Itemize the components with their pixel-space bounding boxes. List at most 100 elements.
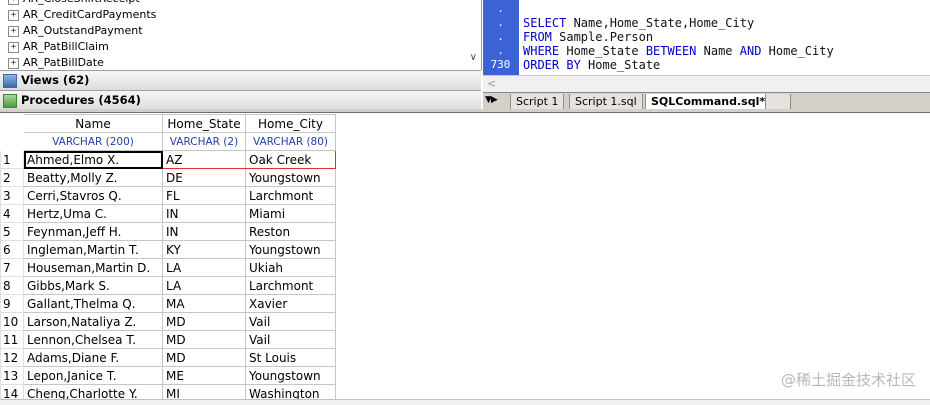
sql-text: Home_State: [580, 58, 661, 72]
tab-script[interactable]: SQLCommand.sql*: [645, 94, 772, 110]
pane-splitter[interactable]: [0, 109, 930, 113]
row-number[interactable]: 11: [0, 330, 24, 349]
expand-icon[interactable]: +: [8, 9, 19, 21]
table-cell[interactable]: KY: [162, 240, 246, 259]
table-row[interactable]: 5 Feynman,Jeff H. IN Reston: [0, 222, 336, 241]
table-cell[interactable]: Larchmont: [245, 276, 336, 295]
table-row[interactable]: 1 Ahmed,Elmo X. AZ Oak Creek: [0, 150, 336, 169]
expand-icon[interactable]: +: [8, 25, 19, 37]
table-cell[interactable]: IN: [162, 204, 246, 223]
table-cell[interactable]: Gibbs,Mark S.: [23, 276, 163, 295]
table-cell[interactable]: Larchmont: [245, 186, 336, 205]
row-number[interactable]: 4: [0, 204, 24, 223]
new-tab-icon[interactable]: [765, 94, 791, 110]
table-cell[interactable]: MA: [162, 294, 246, 313]
table-cell[interactable]: ME: [162, 366, 246, 385]
tree-item[interactable]: + AR_OutstandPayment: [8, 23, 143, 39]
object-tree-panel[interactable]: + AR_CloseShiftReceipt + AR_CreditCardPayme…: [0, 0, 482, 70]
table-row[interactable]: 3 Cerri,Stavros Q. FL Larchmont: [0, 186, 336, 205]
tab-script[interactable]: Script 1: [510, 94, 565, 110]
table-cell[interactable]: Larson,Nataliya Z.: [23, 312, 163, 331]
table-row[interactable]: 11 Lennon,Chelsea T. MD Vail: [0, 330, 336, 349]
editor-horizontal-scrollbar[interactable]: <: [483, 75, 930, 93]
expand-icon[interactable]: +: [8, 0, 19, 5]
sql-keyword: SELECT: [523, 16, 567, 30]
column-header[interactable]: Home_State: [162, 114, 246, 133]
table-cell[interactable]: AZ: [162, 150, 246, 169]
table-cell[interactable]: Feynman,Jeff H.: [23, 222, 163, 241]
table-row[interactable]: 13 Lepon,Janice T. ME Youngstown: [0, 366, 336, 385]
table-cell[interactable]: Ahmed,Elmo X.: [23, 150, 163, 169]
table-cell[interactable]: Xavier: [245, 294, 336, 313]
row-number[interactable]: 2: [0, 168, 24, 187]
row-number[interactable]: 8: [0, 276, 24, 295]
table-cell[interactable]: Youngstown: [245, 240, 336, 259]
row-number[interactable]: 13: [0, 366, 24, 385]
row-number[interactable]: 3: [0, 186, 24, 205]
table-cell[interactable]: MD: [162, 330, 246, 349]
procedures-section-header[interactable]: Procedures (4564): [0, 90, 481, 111]
results-grid[interactable]: Name Home_State Home_City VARCHAR (200) VARC…: [0, 114, 336, 403]
table-cell[interactable]: Lepon,Janice T.: [23, 366, 163, 385]
table-cell[interactable]: Beatty,Molly Z.: [23, 168, 163, 187]
tab-script[interactable]: Script 1.sql: [569, 94, 643, 110]
table-row[interactable]: 2 Beatty,Molly Z. DE Youngstown: [0, 168, 336, 187]
table-cell[interactable]: Hertz,Uma C.: [23, 204, 163, 223]
table-cell[interactable]: DE: [162, 168, 246, 187]
row-number[interactable]: 6: [0, 240, 24, 259]
table-cell[interactable]: Oak Creek: [245, 150, 336, 169]
sql-editor[interactable]: .... 730 SELECT Name,Home_State,Home_City…: [483, 0, 930, 75]
table-cell[interactable]: Ingleman,Martin T.: [23, 240, 163, 259]
table-cell[interactable]: MD: [162, 348, 246, 367]
table-row[interactable]: 9 Gallant,Thelma Q. MA Xavier: [0, 294, 336, 313]
table-cell[interactable]: St Louis: [245, 348, 336, 367]
row-number[interactable]: 12: [0, 348, 24, 367]
table-cell[interactable]: Cerri,Stavros Q.: [23, 186, 163, 205]
table-cell[interactable]: Lennon,Chelsea T.: [23, 330, 163, 349]
expand-icon[interactable]: +: [8, 57, 19, 69]
sql-keyword: ORDER BY: [523, 58, 581, 72]
table-cell[interactable]: Miami: [245, 204, 336, 223]
scroll-left-icon[interactable]: <: [487, 77, 496, 90]
row-number[interactable]: 7: [0, 258, 24, 277]
table-cell[interactable]: LA: [162, 276, 246, 295]
table-cell[interactable]: Vail: [245, 312, 336, 331]
table-cell[interactable]: Reston: [245, 222, 336, 241]
line-number: .: [497, 44, 504, 57]
tree-item[interactable]: + AR_PatBillClaim: [8, 39, 109, 55]
row-number[interactable]: 5: [0, 222, 24, 241]
row-number[interactable]: 9: [0, 294, 24, 313]
table-cell[interactable]: Vail: [245, 330, 336, 349]
table-cell[interactable]: IN: [162, 222, 246, 241]
table-cell[interactable]: FL: [162, 186, 246, 205]
procedures-icon: [3, 93, 17, 108]
row-number[interactable]: 10: [0, 312, 24, 331]
table-row[interactable]: 8 Gibbs,Mark S. LA Larchmont: [0, 276, 336, 295]
column-header[interactable]: Name: [23, 114, 163, 133]
column-type: VARCHAR (200): [23, 132, 163, 151]
row-number[interactable]: 1: [0, 150, 24, 169]
table-cell[interactable]: Youngstown: [245, 366, 336, 385]
views-section-label: Views (62): [21, 73, 90, 87]
table-cell[interactable]: MD: [162, 312, 246, 331]
table-cell[interactable]: Gallant,Thelma Q.: [23, 294, 163, 313]
table-row[interactable]: 7 Houseman,Martin D. LA Ukiah: [0, 258, 336, 277]
tree-item[interactable]: + AR_CloseShiftReceipt: [8, 0, 140, 7]
table-row[interactable]: 10 Larson,Nataliya Z. MD Vail: [0, 312, 336, 331]
table-cell[interactable]: Youngstown: [245, 168, 336, 187]
scroll-down-icon[interactable]: ∨: [470, 52, 477, 63]
script-tab-bar: ▼▶ Script 1 Script 1.sql SQLCommand.sql*: [483, 92, 930, 110]
tree-item[interactable]: + AR_PatBillDate: [8, 55, 104, 70]
table-row[interactable]: 6 Ingleman,Martin T. KY Youngstown: [0, 240, 336, 259]
tab-navigation-icon[interactable]: ▼▶: [485, 95, 498, 105]
column-header[interactable]: Home_City: [245, 114, 336, 133]
table-cell[interactable]: LA: [162, 258, 246, 277]
table-cell[interactable]: Adams,Diane F.: [23, 348, 163, 367]
table-row[interactable]: 4 Hertz,Uma C. IN Miami: [0, 204, 336, 223]
tree-item[interactable]: + AR_CreditCardPayments: [8, 7, 156, 23]
table-row[interactable]: 12 Adams,Diane F. MD St Louis: [0, 348, 336, 367]
table-cell[interactable]: Ukiah: [245, 258, 336, 277]
views-section-header[interactable]: Views (62): [0, 70, 481, 91]
expand-icon[interactable]: +: [8, 41, 19, 53]
table-cell[interactable]: Houseman,Martin D.: [23, 258, 163, 277]
